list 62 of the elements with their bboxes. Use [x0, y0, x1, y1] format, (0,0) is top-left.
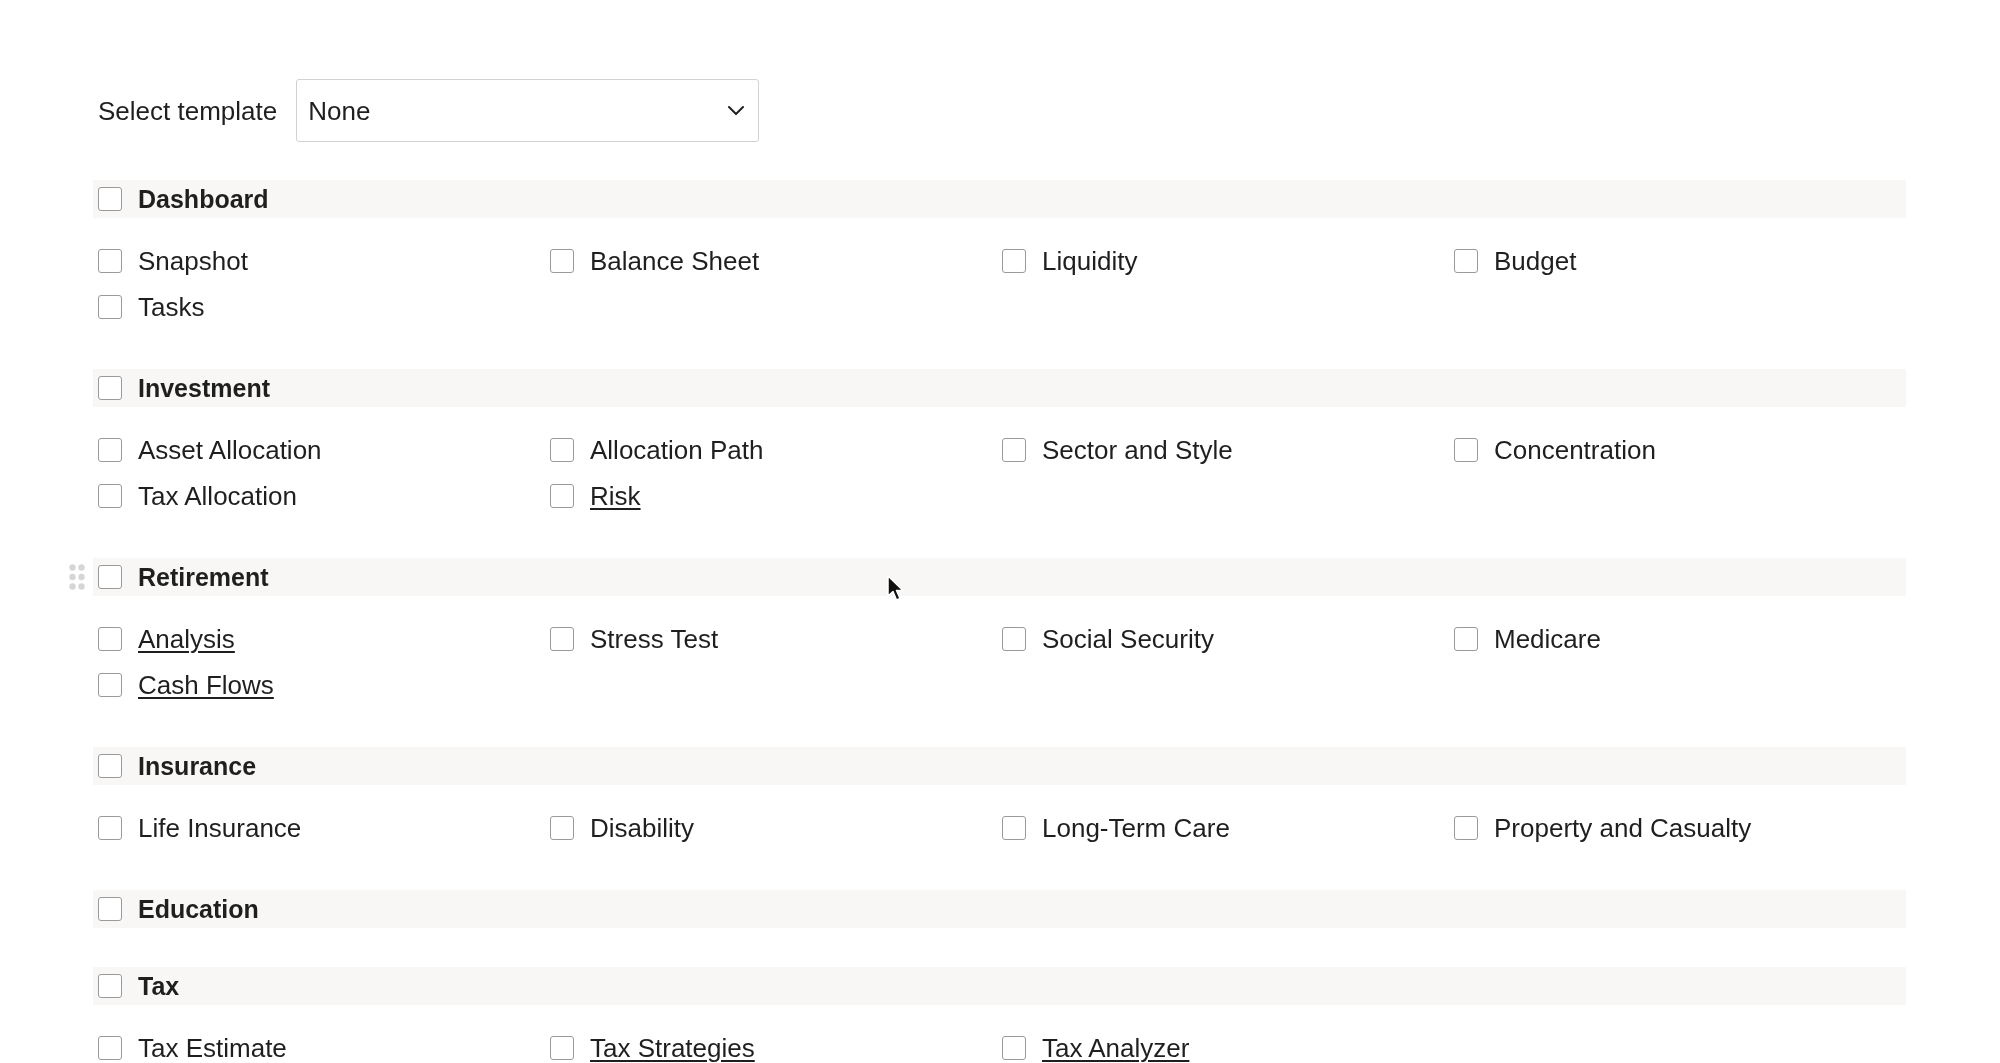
checkbox[interactable] [98, 249, 122, 273]
checkbox[interactable] [550, 438, 574, 462]
chevron-down-icon [728, 106, 745, 115]
checkbox[interactable] [1002, 1036, 1026, 1060]
section-title: Dashboard [138, 184, 269, 214]
checkbox[interactable] [98, 1036, 122, 1060]
section-title: Investment [138, 373, 270, 403]
checkbox[interactable] [98, 673, 122, 697]
checkbox[interactable] [98, 376, 122, 400]
section-title: Education [138, 894, 259, 924]
report-label: Long-Term Care [1042, 814, 1230, 842]
checkbox[interactable] [98, 438, 122, 462]
checkbox[interactable] [98, 754, 122, 778]
checkbox[interactable] [98, 974, 122, 998]
checkbox[interactable] [98, 565, 122, 589]
report-link[interactable]: Cash Flows [138, 671, 274, 699]
drag-handle-icon[interactable] [69, 564, 85, 590]
checkbox[interactable] [1454, 438, 1478, 462]
checkbox[interactable] [1002, 438, 1026, 462]
report-label: Sector and Style [1042, 436, 1233, 464]
report-label: Medicare [1494, 625, 1601, 653]
report-link[interactable]: Tax Strategies [590, 1034, 755, 1062]
checkbox[interactable] [550, 816, 574, 840]
checkbox[interactable] [98, 295, 122, 319]
section-title: Retirement [138, 562, 269, 592]
checkbox[interactable] [550, 484, 574, 508]
checkbox[interactable] [1454, 816, 1478, 840]
report-label: Tasks [138, 293, 205, 321]
report-label: Disability [590, 814, 695, 842]
report-label: Concentration [1494, 436, 1656, 464]
template-select[interactable]: None [296, 79, 760, 142]
report-link[interactable]: Risk [590, 482, 641, 510]
checkbox[interactable] [550, 1036, 574, 1060]
report-label: Asset Allocation [138, 436, 322, 464]
report-label: Budget [1494, 247, 1577, 275]
report-link[interactable]: Tax Analyzer [1042, 1034, 1190, 1062]
report-label: Stress Test [590, 625, 719, 653]
checkbox[interactable] [1002, 249, 1026, 273]
report-label: Liquidity [1042, 247, 1138, 275]
section-title: Tax [138, 971, 180, 1001]
report-label: Allocation Path [590, 436, 764, 464]
report-label: Tax Estimate [138, 1034, 287, 1062]
select-label: Select template [98, 95, 278, 126]
report-label: Tax Allocation [138, 482, 297, 510]
checkbox[interactable] [98, 816, 122, 840]
checkbox[interactable] [98, 897, 122, 921]
report-label: Property and Casualty [1494, 814, 1752, 842]
section-title: Insurance [138, 751, 257, 781]
checkbox[interactable] [98, 627, 122, 651]
report-link[interactable]: Analysis [138, 625, 235, 653]
checkbox[interactable] [1002, 627, 1026, 651]
checkbox[interactable] [1454, 627, 1478, 651]
report-label: Social Security [1042, 625, 1214, 653]
checkbox[interactable] [98, 484, 122, 508]
checkbox[interactable] [550, 249, 574, 273]
checkbox[interactable] [1002, 816, 1026, 840]
checkbox[interactable] [98, 187, 122, 211]
report-label: Life Insurance [138, 814, 302, 842]
report-label: Snapshot [138, 247, 248, 275]
checkbox[interactable] [550, 627, 574, 651]
checkbox[interactable] [1454, 249, 1478, 273]
report-label: Balance Sheet [590, 247, 760, 275]
